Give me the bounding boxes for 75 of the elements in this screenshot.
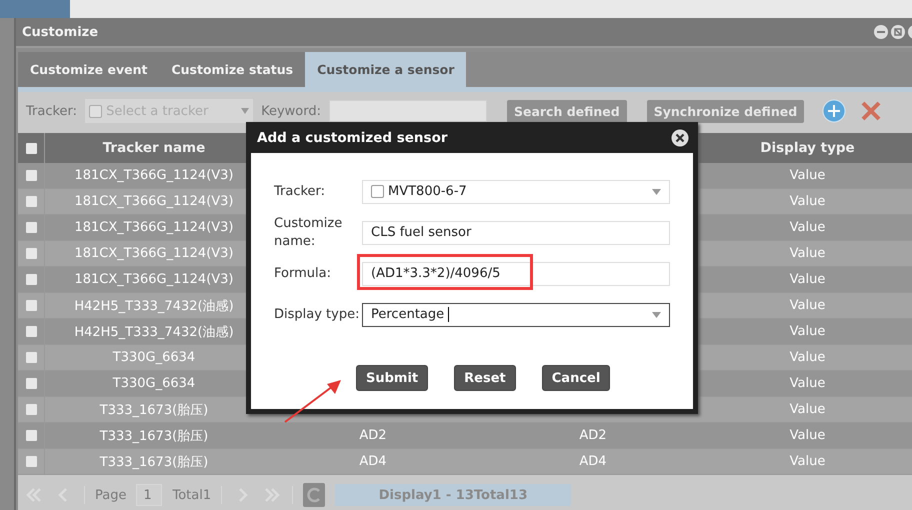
row-checkbox[interactable]	[26, 300, 36, 311]
table-cell-text: Value	[788, 193, 826, 211]
refresh-icon[interactable]	[303, 483, 326, 507]
page-field[interactable]: 1	[136, 484, 162, 506]
table-cell-text: Value	[788, 401, 826, 419]
table-cell-text: 181CX_T366G_1124(V3)	[73, 245, 234, 263]
tab[interactable]: Customize event	[18, 52, 160, 87]
field-label: Tracker:	[274, 182, 326, 200]
table-cell: AD2	[359, 428, 387, 443]
table-cell-text: Value	[788, 453, 826, 471]
table-cell-text: Value	[788, 323, 826, 341]
field-label: Formula:	[274, 264, 332, 282]
table-cell-text: Value	[788, 245, 826, 263]
field-label: Customize name:	[274, 214, 344, 250]
row-checkbox[interactable]	[26, 326, 36, 337]
total-pages: Total1	[172, 488, 212, 502]
row-checkbox[interactable]	[26, 430, 36, 441]
table-cell-text: 181CX_T366G_1124(V3)	[73, 193, 234, 211]
arrow	[283, 378, 343, 424]
keyword-label: Keyword:	[261, 104, 321, 118]
tracker-label: Tracker:	[26, 104, 78, 118]
maximize-icon[interactable]	[891, 25, 905, 39]
table-cell-text: Value	[788, 271, 826, 289]
column-header[interactable]: Display type	[703, 133, 912, 163]
row-checkbox[interactable]	[26, 248, 36, 259]
table-cell-text: H42H5_T333_7432(油感)	[73, 298, 235, 316]
input-field[interactable]: (AD1*3.3*2)/4096/5	[362, 262, 670, 286]
toolbar-button[interactable]: Search defined	[506, 100, 627, 122]
row-checkbox[interactable]	[26, 170, 36, 181]
table-cell-text: Value	[788, 349, 826, 367]
table-cell-text: Value	[788, 167, 826, 185]
field-label: Display type:	[274, 306, 360, 324]
dialog-title: Add a customized sensor	[257, 130, 448, 146]
select-all-checkbox[interactable]	[26, 142, 36, 154]
tab[interactable]: Customize a sensor	[305, 52, 466, 87]
table-cell-text: 181CX_T366G_1124(V3)	[73, 219, 234, 237]
table-cell-text: Value	[788, 375, 826, 393]
dialog-button[interactable]: Cancel	[542, 365, 610, 391]
caret-icon	[241, 108, 250, 114]
input-field[interactable]: CLS fuel sensor	[362, 220, 670, 244]
dialog-button[interactable]: Submit	[356, 365, 428, 391]
toolbar-button[interactable]: Synchronize defined	[646, 100, 804, 122]
row-checkbox[interactable]	[26, 222, 36, 233]
table-cell-text: 181CX_T366G_1124(V3)	[73, 271, 234, 289]
table-cell-text: T333_1673(胎压)	[98, 428, 210, 446]
table-cell: AD4	[359, 454, 387, 469]
tab[interactable]: Customize status	[159, 52, 306, 87]
table-cell-text: Value	[788, 427, 826, 445]
table-cell-text: H42H5_T333_7432(油感)	[73, 324, 235, 342]
table-cell-text: T333_1673(胎压)	[98, 454, 210, 472]
delete-icon[interactable]	[860, 100, 882, 122]
table-cell-text: T333_1673(胎压)	[98, 402, 210, 420]
page-label: Page	[95, 488, 126, 502]
tracker-select[interactable]: MVT800-6-7	[362, 180, 670, 204]
close-icon[interactable]	[671, 128, 689, 146]
row-checkbox[interactable]	[26, 378, 36, 389]
table-cell: AD2	[579, 428, 607, 443]
row-checkbox[interactable]	[26, 456, 36, 467]
row-checkbox[interactable]	[26, 352, 36, 363]
row-checkbox[interactable]	[26, 196, 36, 207]
row-checkbox[interactable]	[26, 274, 36, 285]
window-title: Customize	[22, 24, 98, 40]
table-cell-text: 181CX_T366G_1124(V3)	[73, 167, 234, 185]
row-checkbox[interactable]	[26, 404, 36, 415]
table-cell-text: T330G_6634	[112, 349, 196, 367]
add-icon[interactable]	[822, 99, 846, 123]
minimize-icon[interactable]	[874, 25, 888, 39]
display-type-select[interactable]: Percentage	[362, 302, 670, 326]
display-count: Display1 - 13Total13	[335, 484, 572, 506]
table-cell: AD4	[579, 454, 607, 469]
dialog-button[interactable]: Reset	[454, 365, 516, 391]
keyword-field[interactable]	[328, 100, 487, 122]
table-cell-text: T330G_6634	[112, 375, 196, 393]
table-cell-text: Value	[788, 297, 826, 315]
table-cell-text: Value	[788, 219, 826, 237]
